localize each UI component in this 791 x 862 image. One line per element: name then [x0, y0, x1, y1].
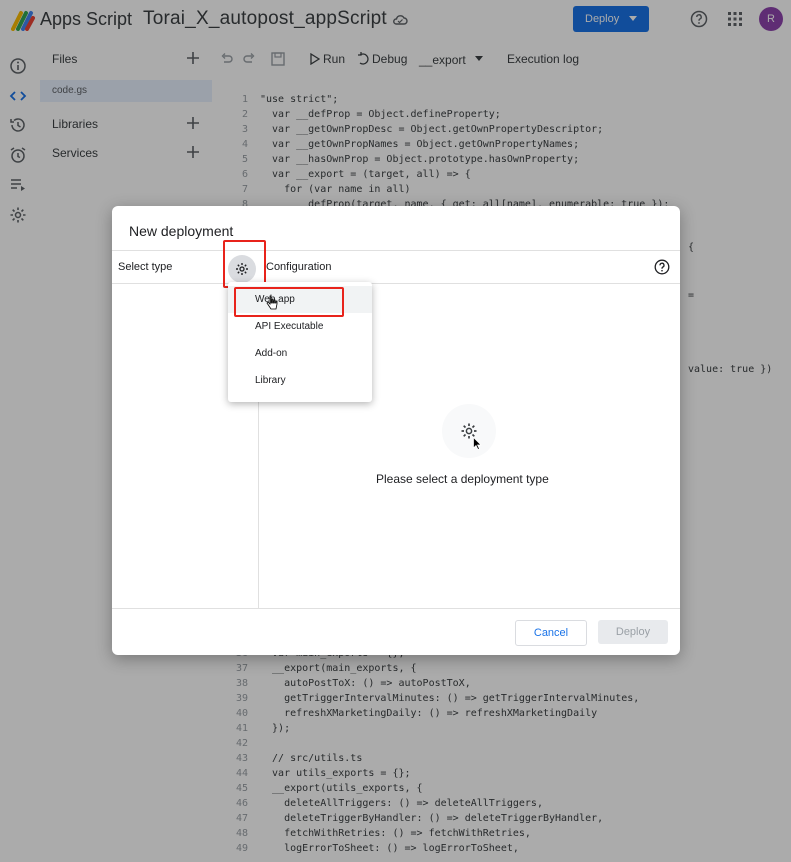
- deploy-confirm-button[interactable]: Deploy: [598, 620, 668, 644]
- menu-item-label: Library: [255, 375, 286, 386]
- cancel-button[interactable]: Cancel: [515, 620, 587, 646]
- menu-item-label: Add-on: [255, 348, 288, 359]
- menu-item-api-executable[interactable]: API Executable: [228, 313, 372, 340]
- configuration-label: Configuration: [266, 261, 332, 273]
- empty-state-illustration: [442, 404, 496, 458]
- empty-state-message: Please select a deployment type: [376, 472, 549, 486]
- menu-item-library[interactable]: Library: [228, 367, 372, 394]
- dialog-footer-divider: [112, 608, 680, 609]
- dialog-title: New deployment: [129, 223, 234, 239]
- dialog-header-row: Select type Configuration: [112, 240, 680, 288]
- annotation-highlight-gear: [223, 240, 266, 288]
- new-deployment-dialog: New deployment Select type Configuration…: [112, 206, 680, 655]
- help-icon[interactable]: [654, 259, 670, 275]
- arrow-cursor-icon: [473, 437, 482, 450]
- select-type-label: Select type: [118, 261, 173, 273]
- annotation-highlight-web-app: [234, 287, 344, 317]
- menu-item-label: API Executable: [255, 321, 324, 332]
- hand-cursor-icon: [266, 295, 278, 310]
- menu-item-add-on[interactable]: Add-on: [228, 340, 372, 367]
